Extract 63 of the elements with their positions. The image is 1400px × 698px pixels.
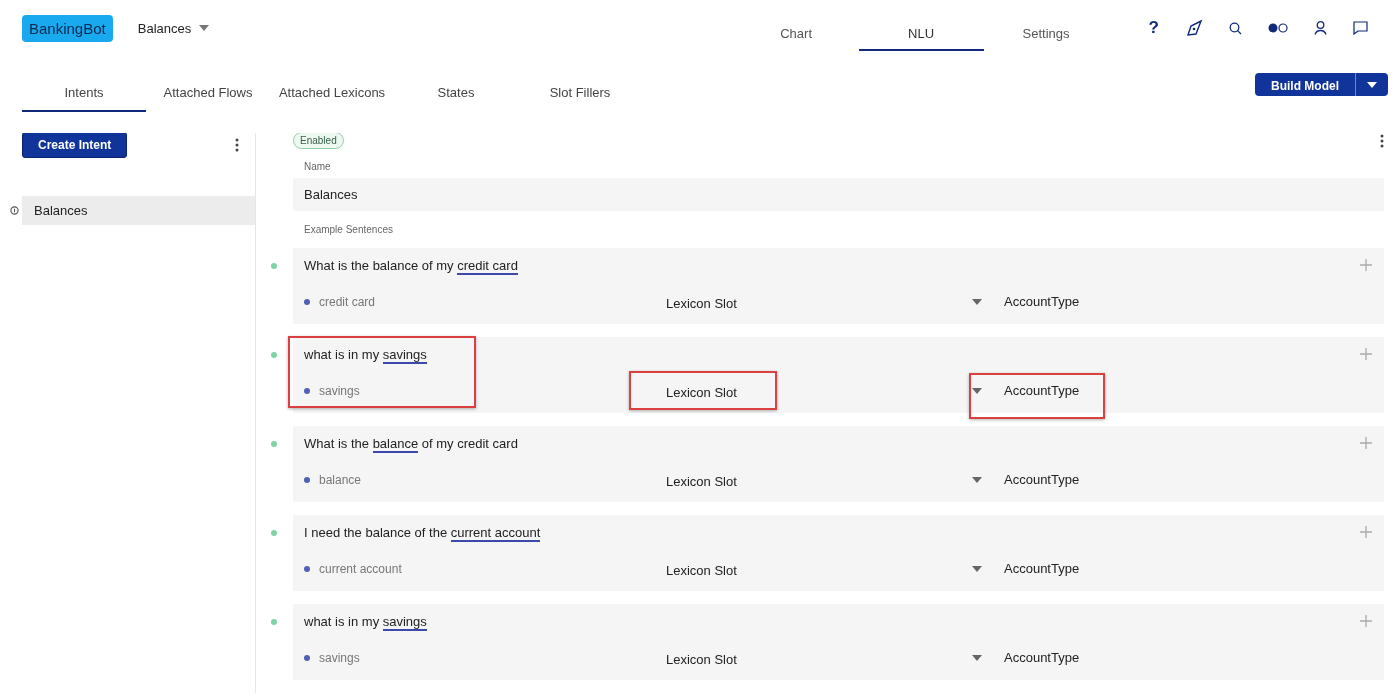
caret-icon	[199, 25, 210, 31]
slot-value: savings	[319, 383, 360, 398]
status-dot	[271, 352, 277, 358]
compass-icon[interactable]	[1185, 19, 1203, 37]
caret-icon[interactable]	[1367, 81, 1377, 88]
lexicon-name[interactable]: AccountType	[1004, 472, 1080, 487]
section-label: Example Sentences	[304, 224, 394, 235]
lexicon-name[interactable]: AccountType	[1004, 383, 1080, 398]
intent-dropdown[interactable]: Balances	[137, 20, 210, 36]
slot-type[interactable]: Lexicon Slot	[666, 652, 972, 667]
section-tab[interactable]: Attached Flows	[146, 57, 270, 112]
example-sentence[interactable]: What is the balance of my credit card	[304, 436, 1373, 458]
lexicon-name[interactable]: AccountType	[1004, 561, 1080, 576]
example-sentence[interactable]: I need the balance of the current account	[304, 525, 1373, 547]
slot-type[interactable]: Lexicon Slot	[666, 296, 972, 311]
caret-icon[interactable]	[972, 476, 982, 483]
slot-bullet	[304, 565, 310, 572]
info-icon	[10, 206, 19, 215]
slot-type[interactable]: Lexicon Slot	[666, 385, 972, 400]
status-dot	[271, 263, 277, 269]
slot-bullet	[304, 476, 310, 483]
slot-type[interactable]: Lexicon Slot	[666, 563, 972, 578]
caret-icon[interactable]	[972, 298, 982, 305]
section-tab[interactable]: Slot Fillers	[518, 57, 642, 112]
slot-bullet	[304, 298, 310, 305]
status-badge: Enabled	[293, 133, 344, 149]
section-tab[interactable]: States	[394, 57, 518, 112]
user-icon[interactable]	[1314, 21, 1327, 35]
slot-type[interactable]: Lexicon Slot	[666, 474, 972, 489]
status-dot	[271, 530, 277, 536]
nav-tab[interactable]: Settings	[983, 5, 1109, 51]
search-icon[interactable]	[1229, 21, 1242, 35]
slot-bullet	[304, 387, 310, 394]
help-icon[interactable]: ?	[1148, 18, 1159, 38]
nav-tab[interactable]: Chart	[733, 5, 859, 51]
status-dot	[271, 619, 277, 625]
example-sentence[interactable]: what is in my savings	[304, 347, 1373, 369]
build-model-button[interactable]: Build Model	[1255, 73, 1355, 96]
section-tab[interactable]: Intents	[22, 57, 146, 112]
slot-bullet	[304, 654, 310, 661]
status-dot	[271, 441, 277, 447]
slot-value: credit card	[319, 294, 376, 309]
caret-icon[interactable]	[972, 565, 982, 572]
slot-value: balance	[319, 472, 362, 487]
caret-icon[interactable]	[972, 387, 982, 394]
name-field[interactable]: Balances	[293, 178, 1384, 211]
lexicon-name[interactable]: AccountType	[1004, 294, 1080, 309]
example-sentence[interactable]: What is the balance of my credit card	[304, 258, 1373, 280]
intent-item[interactable]: Balances	[22, 196, 255, 225]
caret-icon[interactable]	[972, 654, 982, 661]
chat-icon[interactable]	[1353, 21, 1368, 35]
more-icon[interactable]	[235, 138, 239, 152]
bot-name-badge[interactable]: BankingBot	[22, 14, 113, 42]
slot-value: current account	[319, 561, 402, 576]
example-sentence[interactable]: what is in my savings	[304, 614, 1373, 636]
slot-value: savings	[319, 650, 360, 665]
toggle-icon[interactable]	[1268, 23, 1288, 33]
field-label: Name	[304, 161, 332, 172]
nav-tab[interactable]: NLU	[858, 5, 984, 51]
create-intent-button[interactable]: Create Intent	[22, 133, 128, 158]
lexicon-name[interactable]: AccountType	[1004, 650, 1080, 665]
section-tab[interactable]: Attached Lexicons	[270, 57, 394, 112]
more-icon[interactable]	[1380, 133, 1384, 148]
